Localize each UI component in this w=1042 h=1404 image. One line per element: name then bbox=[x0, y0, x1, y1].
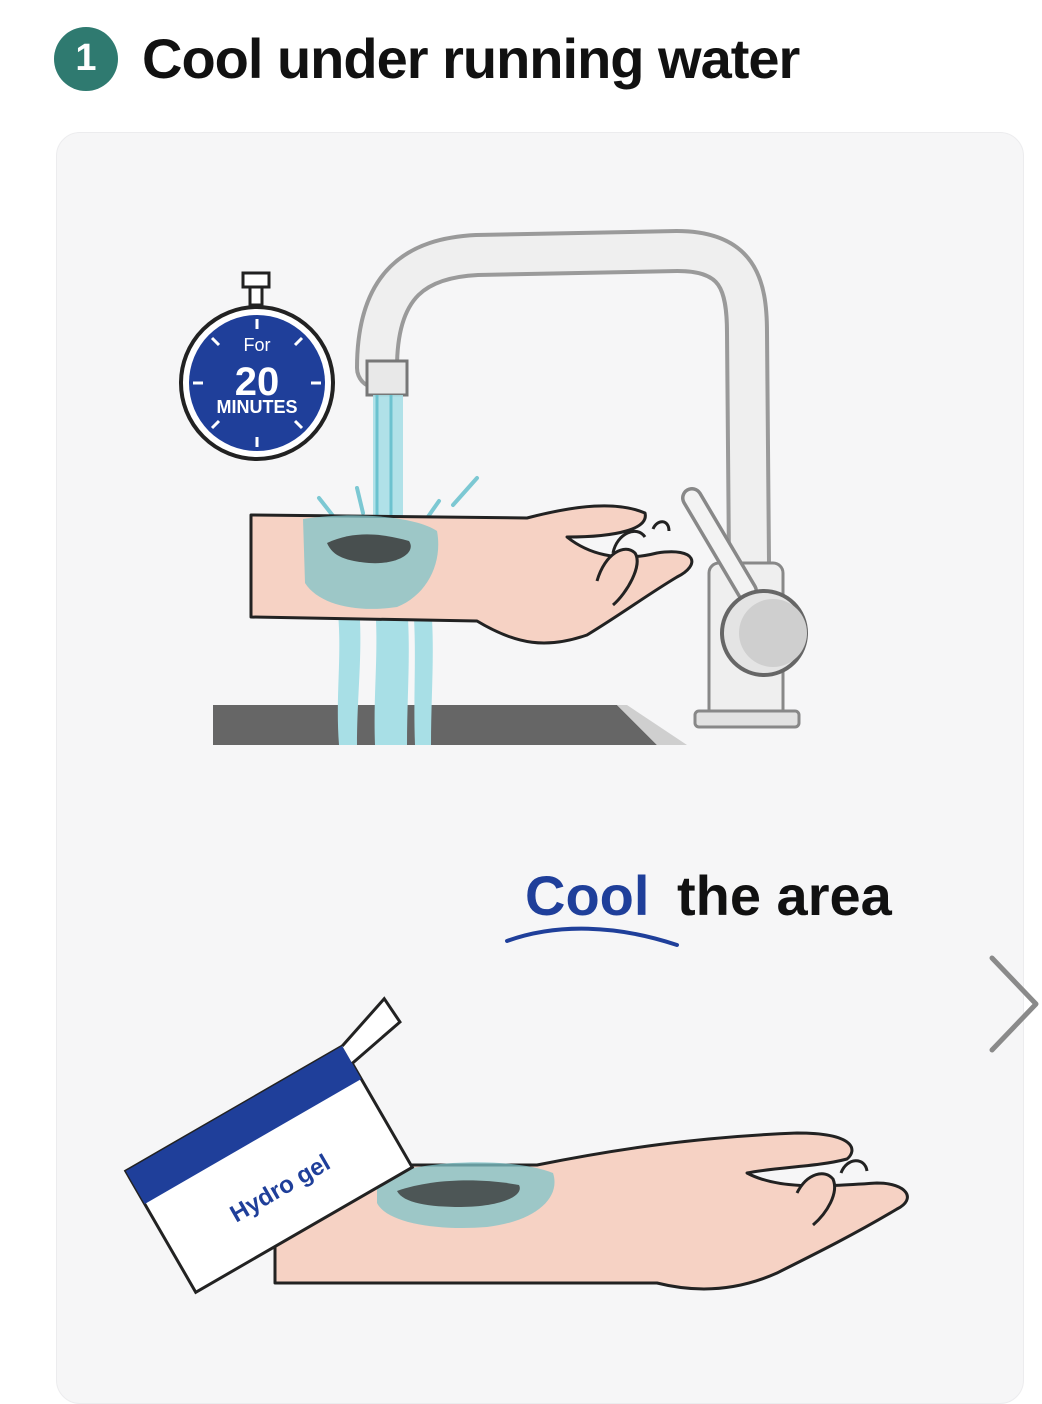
faucet-icon bbox=[355, 228, 808, 729]
caption-rest: the area bbox=[677, 864, 893, 927]
timer-unit: MINUTES bbox=[217, 397, 298, 417]
step-header: 1 Cool under running water bbox=[54, 26, 800, 91]
caption-highlight: Cool bbox=[525, 864, 649, 927]
illustration-card: For 20 MINUTES Cool the area Hydro gel bbox=[56, 132, 1024, 1404]
cool-the-area-caption: Cool the area bbox=[505, 864, 893, 947]
timer-for-label: For bbox=[244, 335, 271, 355]
carousel-next-button[interactable] bbox=[986, 952, 1042, 1056]
page-title: Cool under running water bbox=[142, 27, 800, 90]
sink-icon bbox=[213, 705, 687, 745]
arm-under-water bbox=[249, 504, 694, 645]
step-number-badge: 1 bbox=[54, 26, 118, 91]
chevron-right-icon bbox=[989, 955, 1039, 1053]
stopwatch-icon: For 20 MINUTES bbox=[179, 271, 335, 461]
burn-care-illustration: For 20 MINUTES Cool the area Hydro gel bbox=[123, 228, 909, 1295]
